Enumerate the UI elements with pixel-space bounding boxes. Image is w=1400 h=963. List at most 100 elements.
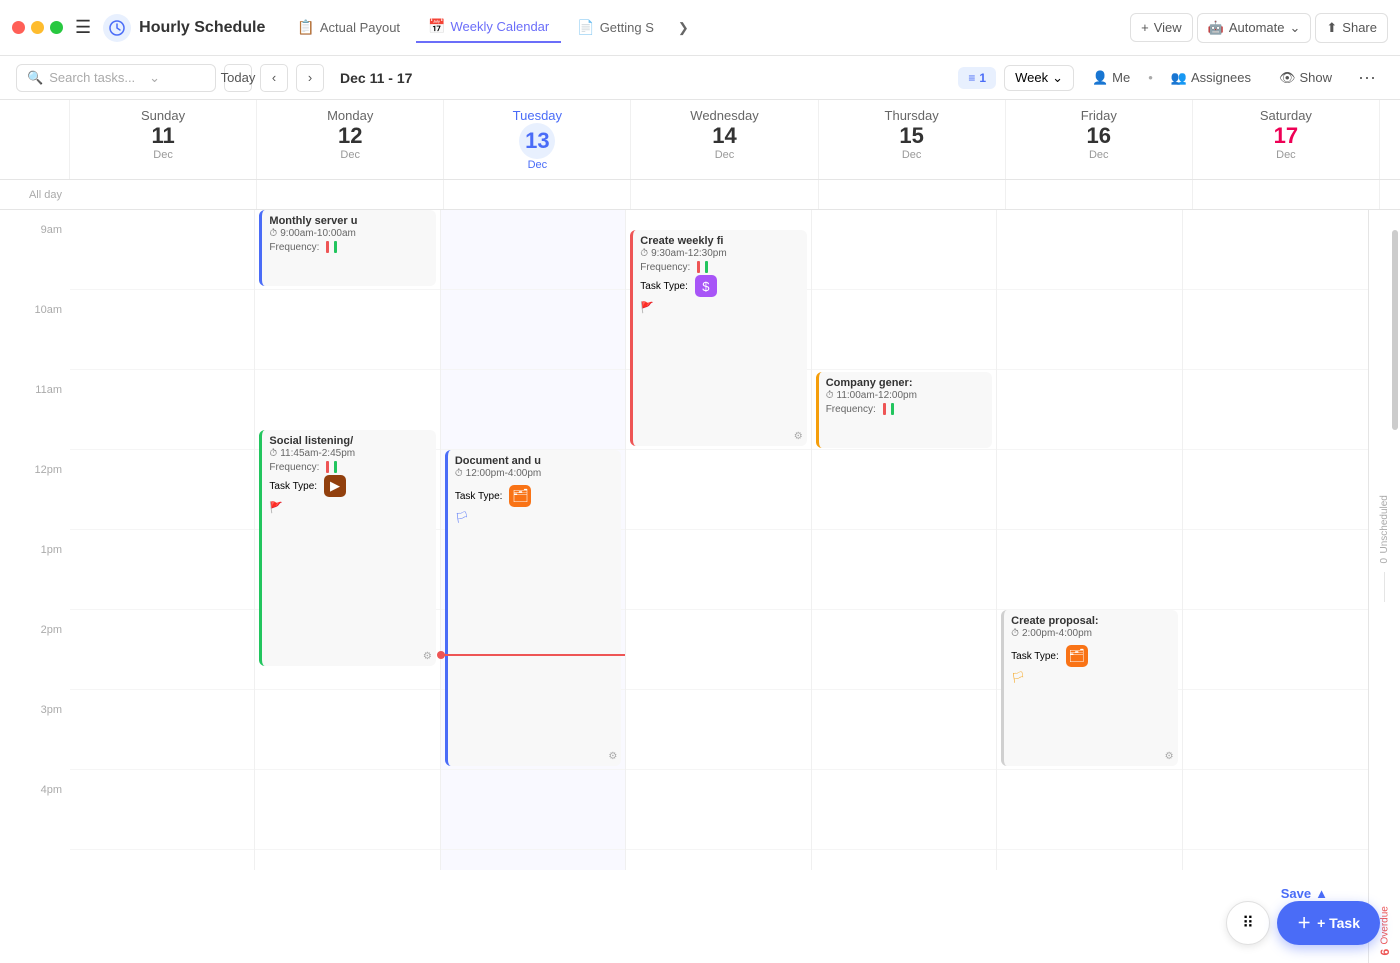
search-box[interactable]: 🔍 Search tasks... ⌄ — [16, 64, 216, 92]
task-type-badge: $ — [695, 275, 717, 297]
day-name-sunday: Sunday — [70, 108, 256, 123]
event-type: Task Type: 🗂 — [1011, 645, 1170, 667]
event-time: ⏱11:45am-2:45pm — [269, 448, 428, 459]
event-freq: Frequency: — [826, 403, 985, 415]
time-2pm: 2pm — [0, 620, 70, 700]
grid-col-tuesday: Document and u ⏱12:00pm-4:00pm Task Type… — [441, 210, 626, 870]
traffic-lights — [12, 21, 63, 34]
allday-wednesday — [631, 180, 818, 209]
menu-icon[interactable]: ☰ — [75, 17, 91, 38]
event-company-general[interactable]: Company gener: ⏱11:00am-12:00pm Frequenc… — [816, 372, 992, 448]
dot-separator: • — [1148, 70, 1153, 85]
filter-badge[interactable]: ≡ 1 — [958, 67, 996, 89]
tab-getting-started[interactable]: 📄 Getting S — [565, 13, 666, 42]
day-date-sunday: Dec — [70, 149, 256, 161]
time-11am: 11am — [0, 380, 70, 460]
view-button[interactable]: + View — [1130, 13, 1193, 42]
tab-weekly-calendar[interactable]: 📅 Weekly Calendar — [416, 12, 561, 43]
event-monthly-server[interactable]: Monthly server u ⏱9:00am-10:00am Frequen… — [259, 210, 435, 286]
event-time: ⏱9:30am-12:30pm — [640, 248, 799, 259]
date-range: Dec 11 - 17 — [340, 70, 412, 86]
settings-icon[interactable]: ⚙ — [794, 431, 803, 442]
col-header-tuesday: Tuesday 13 Dec — [444, 100, 631, 179]
scrollbar-thumb[interactable] — [1392, 230, 1398, 430]
week-selector[interactable]: Week ⌄ — [1004, 65, 1074, 91]
event-create-weekly[interactable]: Create weekly fi ⏱9:30am-12:30pm Frequen… — [630, 230, 806, 446]
time-9am: 9am — [0, 220, 70, 300]
plus-icon: + — [1141, 20, 1149, 35]
flag-icon: 🚩 — [640, 301, 799, 314]
filter-icon: ≡ — [968, 71, 975, 85]
tab-actual-payout[interactable]: 📋 Actual Payout — [285, 13, 412, 42]
prev-week-button[interactable]: ‹ — [260, 64, 288, 92]
app-title: Hourly Schedule — [139, 19, 265, 37]
doc-icon: 📄 — [577, 19, 594, 36]
flag-icon: 🏳 — [455, 511, 614, 524]
event-freq: Frequency: — [269, 241, 428, 253]
group-icon: 👥 — [1171, 70, 1187, 86]
time-12pm: 12pm — [0, 460, 70, 540]
col-header-thursday: Thursday 15 Dec — [819, 100, 1006, 179]
me-button[interactable]: 👤 Me — [1082, 66, 1140, 90]
secondary-toolbar: 🔍 Search tasks... ⌄ Today ‹ › Dec 11 - 1… — [0, 56, 1400, 100]
time-1pm: 1pm — [0, 540, 70, 620]
payout-icon: 📋 — [297, 19, 314, 36]
event-type: Task Type: ▶ — [269, 475, 428, 497]
grid-view-button[interactable]: ⠿ — [1226, 901, 1270, 945]
share-button[interactable]: ⬆ Share — [1315, 13, 1388, 43]
col-header-wednesday: Wednesday 14 Dec — [631, 100, 818, 179]
grid-col-friday: Create proposal: ⏱2:00pm-4:00pm Task Typ… — [997, 210, 1182, 870]
chevron-down-icon: ⌄ — [1289, 20, 1300, 36]
allday-label: All day — [0, 180, 70, 209]
settings-icon[interactable]: ⚙ — [608, 751, 617, 762]
event-time: ⏱2:00pm-4:00pm — [1011, 628, 1170, 639]
settings-icon[interactable]: ⚙ — [1165, 751, 1174, 762]
show-button[interactable]: 👁 Show — [1269, 66, 1342, 90]
assignees-button[interactable]: 👥 Assignees — [1161, 66, 1261, 90]
flag-icon: 🏳 — [1011, 671, 1170, 684]
grid-col-sunday — [70, 210, 255, 870]
allday-row: All day — [0, 180, 1400, 210]
event-title: Document and u — [455, 455, 614, 467]
search-chevron-icon[interactable]: ⌄ — [149, 70, 160, 86]
right-sidebar: 0 Unscheduled 6 Overdue — [1368, 210, 1400, 963]
plus-icon: ＋ — [1297, 913, 1311, 933]
close-button[interactable] — [12, 21, 25, 34]
event-social-listening[interactable]: Social listening/ ⏱11:45am-2:45pm Freque… — [259, 430, 435, 666]
event-time: ⏱9:00am-10:00am — [269, 228, 428, 239]
event-document[interactable]: Document and u ⏱12:00pm-4:00pm Task Type… — [445, 450, 621, 766]
time-column: 9am 10am 11am 12pm 1pm 2pm 3pm 4pm — [0, 210, 70, 963]
grid-col-wednesday: Create weekly fi ⏱9:30am-12:30pm Frequen… — [626, 210, 811, 870]
flag-icon: 🚩 — [269, 501, 428, 514]
minimize-button[interactable] — [31, 21, 44, 34]
today-button[interactable]: Today — [224, 64, 252, 92]
eye-icon: 👁 — [1279, 70, 1296, 86]
overdue-label: 6 Overdue — [1378, 602, 1392, 963]
current-time-indicator — [441, 654, 625, 656]
chevron-up-icon: ▲ — [1315, 886, 1328, 901]
event-title: Social listening/ — [269, 435, 428, 447]
task-type-badge: 🗂 — [1066, 645, 1088, 667]
share-icon: ⬆ — [1326, 20, 1337, 36]
tab-more-button[interactable]: ❯ — [670, 14, 697, 42]
event-time: ⏱12:00pm-4:00pm — [455, 468, 614, 479]
day-num-sunday: 11 — [70, 123, 256, 149]
event-title: Monthly server u — [269, 215, 428, 227]
allday-monday — [257, 180, 444, 209]
add-task-button[interactable]: ＋ + Task — [1277, 901, 1380, 945]
time-3pm: 3pm — [0, 700, 70, 780]
save-button[interactable]: Save ▲ — [1281, 886, 1328, 901]
more-options-button[interactable]: ··· — [1350, 63, 1384, 92]
event-freq: Frequency: — [269, 461, 428, 473]
event-create-proposal[interactable]: Create proposal: ⏱2:00pm-4:00pm Task Typ… — [1001, 610, 1177, 766]
grid-col-thursday: Company gener: ⏱11:00am-12:00pm Frequenc… — [812, 210, 997, 870]
event-title: Create proposal: — [1011, 615, 1170, 627]
next-week-button[interactable]: › — [296, 64, 324, 92]
event-title: Create weekly fi — [640, 235, 799, 247]
maximize-button[interactable] — [50, 21, 63, 34]
task-type-badge: 🗂 — [509, 485, 531, 507]
automate-button[interactable]: 🤖 Automate ⌄ — [1197, 13, 1312, 43]
grid-col-saturday — [1183, 210, 1368, 870]
allday-thursday — [819, 180, 1006, 209]
settings-icon[interactable]: ⚙ — [423, 651, 432, 662]
